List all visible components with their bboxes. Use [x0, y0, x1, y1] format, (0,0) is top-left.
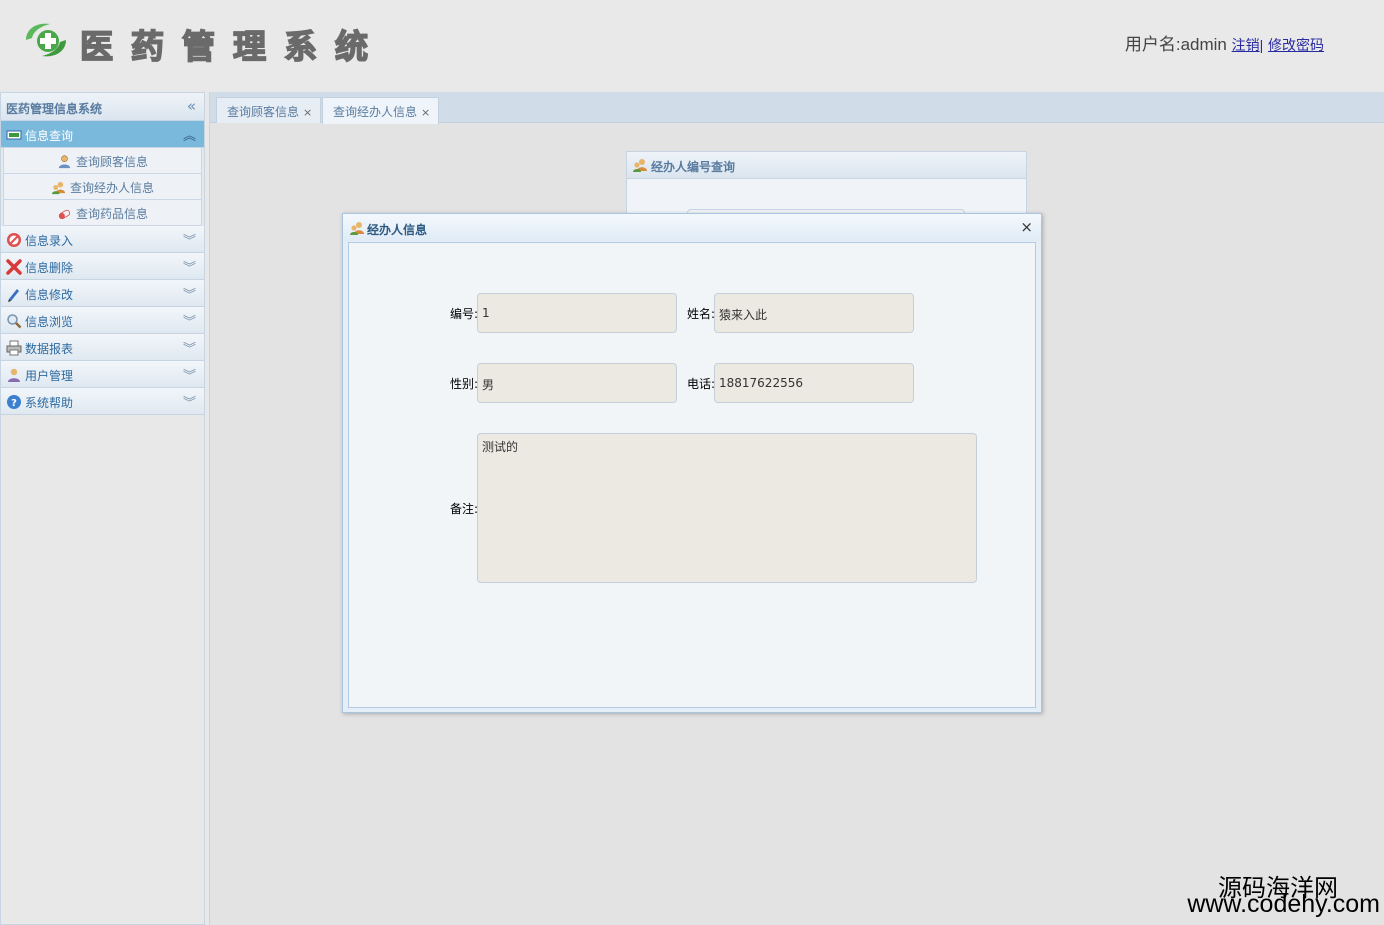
no-entry-icon: [7, 233, 21, 247]
chevron-down-icon: ︾: [182, 288, 196, 303]
magnifier-icon: [7, 314, 22, 329]
sidebar-section-users[interactable]: 用户管理 ︾: [1, 361, 204, 388]
sidebar-section-label: 信息录入: [25, 234, 74, 248]
sidebar-section-label: 信息浏览: [25, 315, 74, 329]
sidebar-item-query-customer[interactable]: 查询顾客信息: [3, 148, 202, 174]
sidebar-section-label: 信息查询: [25, 129, 74, 143]
sidebar-section-label: 信息修改: [25, 288, 74, 302]
customer-icon: [58, 155, 71, 169]
gender-field[interactable]: 男: [477, 363, 677, 403]
sidebar-item-query-agent[interactable]: 查询经办人信息: [3, 174, 202, 200]
chevron-down-icon: ︾: [182, 261, 196, 276]
help-icon: ?: [7, 395, 21, 409]
phone-field[interactable]: 18817622556: [714, 363, 914, 403]
id-field[interactable]: 1: [477, 293, 677, 333]
logout-link[interactable]: 注销: [1232, 37, 1260, 53]
user-bar: 用户名:admin 注销| 修改密码: [1125, 30, 1324, 55]
app-title: 医药管理系统: [79, 26, 386, 67]
name-label: 姓名:: [687, 307, 716, 321]
tab-label: 查询顾客信息: [227, 105, 300, 119]
close-icon[interactable]: ×: [1020, 218, 1033, 236]
delete-x-icon: [6, 259, 22, 275]
tab-query-agent[interactable]: 查询经办人信息 ×: [322, 97, 440, 124]
logo-icon: [26, 23, 66, 57]
sidebar-item-label: 查询经办人信息: [69, 181, 154, 195]
monitor-icon: [6, 130, 22, 140]
agent-info-dialog: 经办人信息 × 编号: 1 姓名: 猿来入此 性别: 男 电话: 1881762…: [342, 213, 1042, 713]
remark-textarea[interactable]: 测试的: [477, 433, 977, 583]
username-label: 用户名:admin: [1124, 35, 1227, 54]
id-label: 编号:: [450, 307, 479, 321]
change-password-link[interactable]: 修改密码: [1268, 37, 1324, 53]
tab-bar: 查询顾客信息 × 查询经办人信息 ×: [210, 92, 1384, 124]
sidebar: 医药管理信息系统 « 信息查询 ︽ 查询顾客信息 查询经办人信息 查询药品信息 …: [0, 92, 205, 925]
sidebar-section-delete[interactable]: 信息删除 ︾: [1, 253, 204, 280]
chevron-down-icon: ︾: [182, 369, 196, 384]
dialog-body: 编号: 1 姓名: 猿来入此 性别: 男 电话: 18817622556 备注:…: [348, 242, 1036, 708]
app-header: 医药管理系统 用户名:admin 注销| 修改密码: [0, 0, 1384, 90]
agent-id-query-panel: 经办人编号查询: [626, 151, 1027, 221]
sidebar-section-label: 信息删除: [25, 261, 74, 275]
panel-header: 经办人编号查询: [627, 152, 1026, 179]
sidebar-section-report[interactable]: 数据报表 ︾: [1, 334, 204, 361]
sidebar-header: 医药管理信息系统 «: [1, 93, 204, 121]
chevron-down-icon: ︾: [182, 396, 196, 411]
sidebar-section-label: 系统帮助: [25, 396, 74, 410]
sidebar-section-label: 数据报表: [25, 342, 74, 356]
sidebar-section-entry[interactable]: 信息录入 ︾: [1, 226, 204, 253]
agent-icon: [633, 159, 647, 172]
sidebar-section-help[interactable]: ? 系统帮助 ︾: [1, 388, 204, 415]
agent-icon: [51, 181, 66, 195]
user-icon: [8, 368, 20, 382]
phone-label: 电话:: [687, 377, 716, 391]
sidebar-item-label: 查询药品信息: [75, 207, 148, 221]
sidebar-section-browse[interactable]: 信息浏览 ︾: [1, 307, 204, 334]
tab-query-customer[interactable]: 查询顾客信息 ×: [216, 97, 322, 123]
name-field[interactable]: 猿来入此: [714, 293, 914, 333]
svg-text:?: ?: [11, 398, 17, 409]
sidebar-section-query[interactable]: 信息查询 ︽: [1, 121, 204, 148]
sidebar-section-edit[interactable]: 信息修改 ︾: [1, 280, 204, 307]
link-separator: |: [1259, 37, 1264, 53]
chevron-down-icon: ︾: [182, 342, 196, 357]
watermark-url: www.codehy.com: [1187, 890, 1380, 918]
pencil-icon: [8, 289, 19, 302]
sidebar-section-label: 用户管理: [25, 369, 74, 383]
chevron-down-icon: ︾: [182, 234, 196, 249]
sidebar-title: 医药管理信息系统: [6, 102, 103, 116]
collapse-sidebar-icon[interactable]: «: [187, 97, 196, 115]
chevron-down-icon: ︾: [182, 315, 196, 330]
tab-label: 查询经办人信息: [333, 105, 418, 119]
agent-icon: [350, 222, 364, 235]
panel-title: 经办人编号查询: [651, 160, 736, 174]
sidebar-item-label: 查询顾客信息: [75, 155, 148, 169]
gender-label: 性别:: [450, 377, 479, 391]
sidebar-item-query-medicine[interactable]: 查询药品信息: [3, 200, 202, 226]
chevron-up-icon: ︽: [182, 129, 196, 144]
close-tab-icon[interactable]: ×: [303, 106, 312, 119]
printer-icon: [6, 340, 22, 356]
dialog-title: 经办人信息: [367, 223, 428, 237]
pill-icon: [58, 209, 71, 220]
close-tab-icon[interactable]: ×: [421, 106, 430, 119]
dialog-header: 经办人信息 ×: [343, 214, 1041, 241]
remark-label: 备注:: [450, 502, 479, 516]
